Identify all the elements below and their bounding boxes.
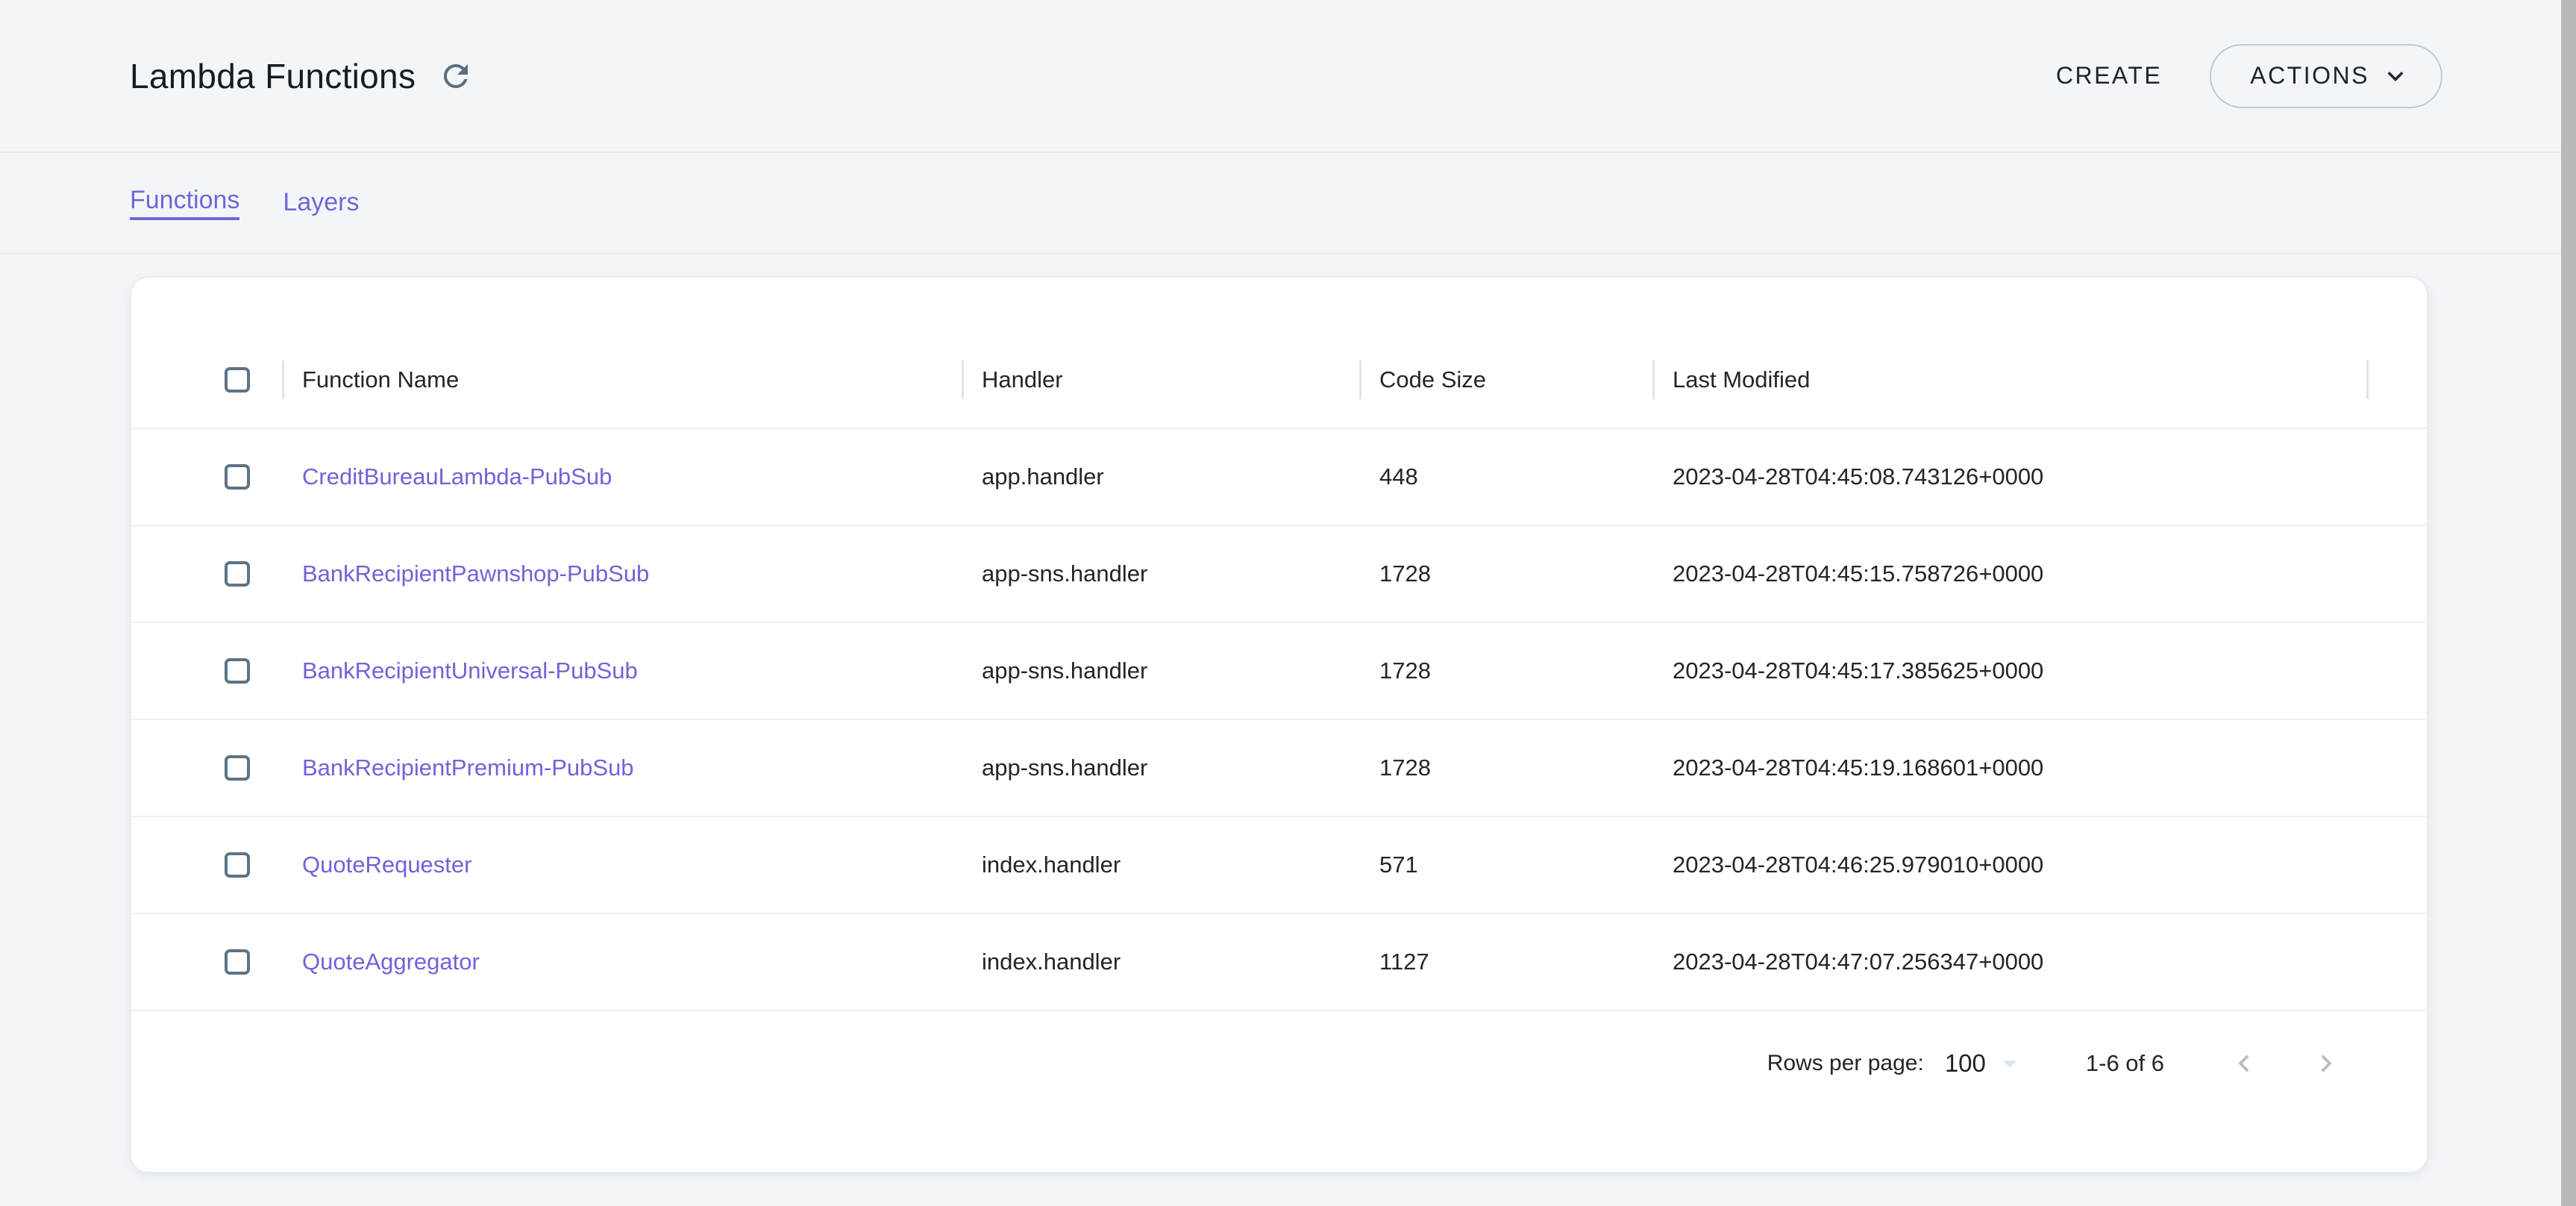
tab-functions[interactable]: Functions: [130, 186, 239, 220]
function-name-link[interactable]: CreditBureauLambda-PubSub: [302, 463, 612, 490]
actions-button[interactable]: ACTIONS: [2210, 44, 2442, 108]
tab-bar: Functions Layers: [0, 153, 2576, 254]
table-body: CreditBureauLambda-PubSub app.handler 44…: [131, 429, 2427, 1011]
table-header-row: Function Name Handler Code Size Last Mod…: [131, 332, 2427, 429]
column-header-function-name[interactable]: Function Name: [284, 332, 964, 428]
row-checkbox-cell: [190, 623, 284, 719]
table-row: BankRecipientPawnshop-PubSub app-sns.han…: [131, 526, 2427, 623]
table-footer: Rows per page: 100 1-6 of 6: [131, 1011, 2427, 1116]
handler-cell: index.handler: [964, 817, 1361, 913]
select-all-checkbox[interactable]: [225, 367, 250, 393]
table-row: BankRecipientPremium-PubSub app-sns.hand…: [131, 720, 2427, 817]
refresh-button[interactable]: [438, 58, 474, 94]
code-size-cell: 1728: [1361, 623, 1655, 719]
page-title: Lambda Functions: [130, 56, 416, 96]
page-scrollbar[interactable]: [2561, 0, 2576, 1206]
handler-cell: app-sns.handler: [964, 720, 1361, 816]
code-size-cell: 571: [1361, 817, 1655, 913]
column-header-last-modified[interactable]: Last Modified: [1655, 332, 2369, 428]
last-modified-cell: 2023-04-28T04:45:08.743126+0000: [1655, 429, 2369, 525]
select-all-cell: [190, 332, 284, 428]
function-name-link[interactable]: BankRecipientPremium-PubSub: [302, 754, 634, 781]
row-checkbox-cell: [190, 429, 284, 525]
function-name-link[interactable]: QuoteAggregator: [302, 949, 480, 975]
code-size-cell: 1728: [1361, 526, 1655, 622]
functions-table: Function Name Handler Code Size Last Mod…: [131, 332, 2427, 1011]
last-modified-cell: 2023-04-28T04:45:15.758726+0000: [1655, 526, 2369, 622]
previous-page-button[interactable]: [2218, 1037, 2270, 1090]
table-row: QuoteAggregator index.handler 1127 2023-…: [131, 914, 2427, 1011]
refresh-icon: [438, 58, 474, 94]
last-modified-cell: 2023-04-28T04:45:17.385625+0000: [1655, 623, 2369, 719]
rows-per-page-select[interactable]: 100: [1945, 1047, 2026, 1080]
handler-cell: index.handler: [964, 914, 1361, 1010]
chevron-right-icon: [2309, 1046, 2343, 1081]
table-row: BankRecipientUniversal-PubSub app-sns.ha…: [131, 623, 2427, 720]
row-checkbox[interactable]: [225, 755, 250, 781]
row-checkbox-cell: [190, 526, 284, 622]
last-modified-cell: 2023-04-28T04:45:19.168601+0000: [1655, 720, 2369, 816]
last-modified-cell: 2023-04-28T04:47:07.256347+0000: [1655, 914, 2369, 1010]
select-dropdown-icon: [1986, 1047, 2026, 1080]
app-header: Lambda Functions CREATE ACTIONS: [0, 0, 2576, 153]
column-header-handler[interactable]: Handler: [964, 332, 1361, 428]
row-checkbox[interactable]: [225, 852, 250, 878]
last-modified-cell: 2023-04-28T04:46:25.979010+0000: [1655, 817, 2369, 913]
code-size-cell: 1728: [1361, 720, 1655, 816]
row-checkbox-cell: [190, 817, 284, 913]
handler-cell: app-sns.handler: [964, 623, 1361, 719]
tab-layers[interactable]: Layers: [283, 188, 359, 217]
function-name-link[interactable]: BankRecipientPawnshop-PubSub: [302, 560, 649, 587]
actions-button-label: ACTIONS: [2250, 62, 2369, 90]
table-row: CreditBureauLambda-PubSub app.handler 44…: [131, 429, 2427, 526]
function-name-link[interactable]: QuoteRequester: [302, 852, 471, 878]
create-button[interactable]: CREATE: [2038, 49, 2180, 103]
row-checkbox[interactable]: [225, 561, 250, 587]
row-checkbox[interactable]: [225, 464, 250, 490]
functions-table-card: Function Name Handler Code Size Last Mod…: [130, 276, 2428, 1173]
code-size-cell: 448: [1361, 429, 1655, 525]
pagination-range-label: 1-6 of 6: [2086, 1050, 2164, 1077]
code-size-cell: 1127: [1361, 914, 1655, 1010]
chevron-left-icon: [2227, 1046, 2261, 1081]
function-name-link[interactable]: BankRecipientUniversal-PubSub: [302, 657, 638, 684]
rows-per-page-label: Rows per page:: [1767, 1051, 1924, 1076]
column-header-code-size[interactable]: Code Size: [1361, 332, 1655, 428]
chevron-down-icon: [2369, 60, 2411, 92]
main-area: Function Name Handler Code Size Last Mod…: [0, 254, 2576, 1173]
handler-cell: app-sns.handler: [964, 526, 1361, 622]
handler-cell: app.handler: [964, 429, 1361, 525]
rows-per-page-value: 100: [1945, 1049, 1986, 1078]
table-row: QuoteRequester index.handler 571 2023-04…: [131, 817, 2427, 914]
row-checkbox-cell: [190, 720, 284, 816]
next-page-button[interactable]: [2300, 1037, 2352, 1090]
row-checkbox-cell: [190, 914, 284, 1010]
row-checkbox[interactable]: [225, 658, 250, 684]
row-checkbox[interactable]: [225, 949, 250, 975]
